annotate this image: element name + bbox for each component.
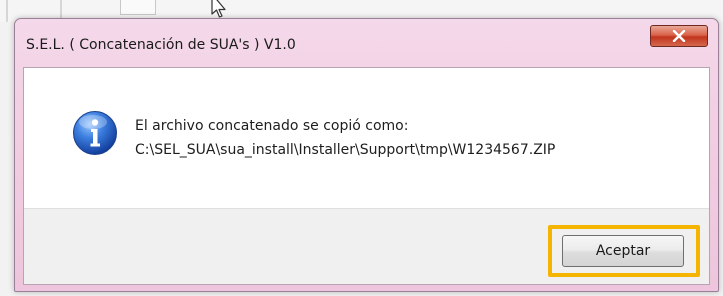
close-icon <box>672 30 686 42</box>
dialog-message: El archivo concatenado se copió como: C:… <box>135 114 555 162</box>
message-line: El archivo concatenado se copió como: <box>135 118 409 134</box>
message-dialog: S.E.L. ( Concatenación de SUA's ) V1.0 E… <box>14 18 719 292</box>
background-element <box>120 0 156 15</box>
button-bar: Aceptar <box>24 208 709 284</box>
accept-button[interactable]: Aceptar <box>562 235 684 267</box>
information-icon <box>73 111 117 155</box>
dialog-body: El archivo concatenado se copió como: C:… <box>23 67 710 285</box>
mouse-pointer-icon <box>211 0 226 18</box>
close-button[interactable] <box>650 25 708 47</box>
file-path-text: C:\SEL_SUA\sua_install\Installer\Support… <box>135 142 556 158</box>
background-divider <box>6 0 8 22</box>
dialog-title: S.E.L. ( Concatenación de SUA's ) V1.0 <box>26 37 296 53</box>
message-area: El archivo concatenado se copió como: C:… <box>24 68 709 208</box>
title-bar[interactable]: S.E.L. ( Concatenación de SUA's ) V1.0 <box>15 19 718 67</box>
